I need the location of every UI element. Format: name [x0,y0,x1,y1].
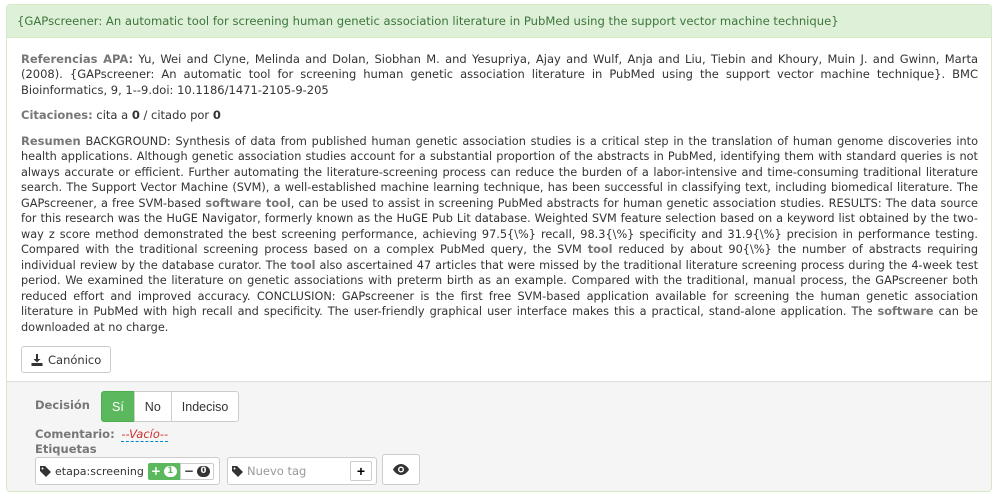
comment-row: Comentario: --Vacío-- [35,427,169,442]
cites-count: 0 [131,108,140,123]
new-tag-input[interactable] [247,464,347,478]
decision-no-button[interactable]: No [133,391,172,422]
plus-icon: + [356,463,366,479]
canonical-button[interactable]: Canónico [21,346,112,374]
tag-icon [232,465,243,477]
add-tag-button[interactable]: + [350,461,372,481]
abstract: Resumen BACKGROUND: Synthesis of data fr… [21,134,978,336]
article-title: {GAPscreener: An automatic tool for scre… [7,5,991,38]
eye-icon [393,464,409,475]
abstract-label: Resumen [21,133,81,148]
plus-icon: + [150,464,161,478]
tags-label: Etiquetas [35,442,97,456]
highlight-software: software [877,305,934,319]
tag-downvote-count: 0 [196,465,210,477]
decision-row: Decisión Sí No Indeciso [35,391,240,422]
tag-icon [40,465,51,477]
canonical-button-label: Canónico [48,352,102,367]
download-icon [31,353,43,366]
apa-text: Yu, Wei and Clyne, Melinda and Dolan, Si… [21,52,979,97]
tag-downvote-button[interactable]: − 0 [179,462,214,480]
decision-button-group: Sí No Indeciso [100,391,240,422]
citations-label: Citaciones: [21,108,93,123]
citations: Citaciones: cita a 0 / citado por 0 [21,108,978,123]
new-tag-box: + [227,457,377,485]
review-footer: Decisión Sí No Indeciso Comentario: --Va… [7,381,991,491]
article-panel: {GAPscreener: An automatic tool for scre… [6,4,992,492]
comment-label: Comentario: [35,427,115,441]
minus-icon: − [183,464,194,478]
tag-item: etapa:screening + 1 − 0 [35,457,220,485]
comment-editable[interactable]: --Vacío-- [121,427,169,442]
apa-reference: Referencias APA: Yu, Wei and Clyne, Meli… [21,52,978,98]
decision-yes-button[interactable]: Sí [100,391,135,422]
highlight-tool-1: tool [587,243,613,257]
highlight-tool-2: tool [290,258,316,272]
tag-upvote-button[interactable]: + 1 [147,462,180,480]
highlight-software-tool: software tool [205,196,291,210]
tag-name: etapa:screening [55,464,144,478]
decision-undecided-button[interactable]: Indeciso [170,391,240,422]
cited-by-count: 0 [212,108,221,123]
cited-by-prefix: / citado por [143,108,210,123]
tag-upvote-count: 1 [163,465,177,477]
cites-prefix: cita a [96,108,129,123]
toggle-visibility-button[interactable] [382,454,420,485]
article-body: Referencias APA: Yu, Wei and Clyne, Meli… [7,38,991,374]
apa-label: Referencias APA: [21,52,134,66]
decision-label: Decisión [35,398,90,412]
